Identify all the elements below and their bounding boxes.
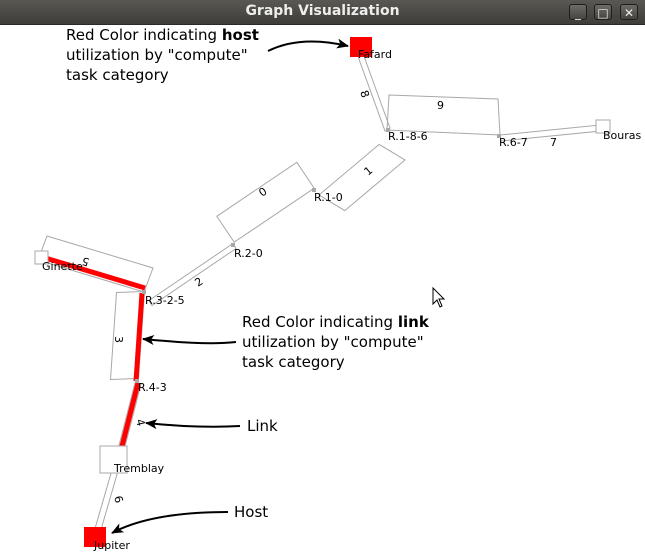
host-utilization-note: Red Color indicating host utilization by…	[66, 26, 349, 84]
link-3[interactable]: 3	[109, 290, 146, 382]
router-r1-8-6-label: R.1-8-6	[388, 130, 428, 143]
host-callout: Host	[111, 503, 268, 534]
router-r3-2-5-label: R.3-2-5	[145, 294, 185, 307]
link-6[interactable]: 6	[93, 469, 126, 534]
maximize-button[interactable]: □	[594, 4, 612, 20]
graph-hosts: Fafard Bouras Ginette Tremblay Jupiter	[34, 37, 642, 552]
host-bouras[interactable]: Bouras	[595, 119, 642, 142]
window-title: Graph Visualization	[245, 3, 400, 19]
link-9-label: 9	[437, 99, 444, 112]
router-r6-7-label: R.6-7	[499, 136, 528, 149]
link-callout-label: Link	[247, 417, 278, 435]
router-r1-8-6[interactable]: R.1-8-6	[386, 128, 428, 143]
link-3-label: 3	[112, 336, 125, 343]
host-fafard[interactable]: Fafard	[350, 37, 392, 61]
host-note-line1-prefix: Red Color indicating	[66, 26, 222, 44]
graph-visualization-window: Graph Visualization _ □ ✕ 0 1 2 3 4 5 6 …	[0, 0, 645, 559]
host-jupiter-label: Jupiter	[93, 539, 130, 552]
link-note-line2: utilization by "compute"	[242, 333, 424, 351]
router-r2-0-label: R.2-0	[234, 247, 263, 260]
host-bouras-label: Bouras	[603, 129, 642, 142]
link-note-line1: Red Color indicating link	[242, 313, 430, 331]
host-jupiter[interactable]: Jupiter	[84, 527, 130, 552]
title-bar[interactable]: Graph Visualization _ □ ✕	[0, 0, 645, 25]
host-fafard-label: Fafard	[358, 48, 392, 61]
router-r4-3-label: R.4-3	[138, 381, 167, 394]
host-tremblay-label: Tremblay	[113, 462, 165, 475]
host-callout-arrow	[111, 511, 229, 534]
link-0-label: 0	[256, 185, 269, 200]
link-note-line1-prefix: Red Color indicating	[242, 313, 398, 331]
link-note-arrow	[142, 335, 237, 346]
link-utilization-note: Red Color indicating link utilization by…	[142, 313, 430, 371]
link-note-line3: task category	[242, 353, 345, 371]
router-r3-2-5[interactable]: R.3-2-5	[142, 290, 185, 307]
link-7-label: 7	[550, 136, 557, 149]
link-6-label: 6	[111, 494, 125, 504]
mouse-pointer-icon	[432, 286, 446, 308]
host-note-line2: utilization by "compute"	[66, 46, 248, 64]
router-r1-0-label: R.1-0	[314, 191, 343, 204]
host-callout-label: Host	[234, 503, 268, 521]
link-callout: Link	[145, 417, 278, 435]
graph-svg: 0 1 2 3 4 5 6 7 8 9 Fafard Bouras Ginett…	[34, 26, 642, 552]
host-note-line3: task category	[66, 66, 169, 84]
minimize-button[interactable]: _	[569, 4, 587, 20]
graph-canvas[interactable]: 0 1 2 3 4 5 6 7 8 9 Fafard Bouras Ginett…	[0, 25, 645, 559]
host-note-arrow	[267, 38, 349, 52]
link-8-label: 8	[357, 89, 372, 100]
link-0-shape	[216, 161, 315, 243]
link-3-utilization	[133, 292, 145, 382]
link-0[interactable]: 0	[216, 161, 315, 243]
router-r6-7[interactable]: R.6-7	[497, 134, 528, 149]
router-r2-0[interactable]: R.2-0	[231, 243, 263, 260]
host-note-line1-bold: host	[222, 26, 259, 44]
host-ginette-label: Ginette	[42, 260, 83, 273]
link-2-label: 2	[192, 275, 205, 290]
router-r4-3[interactable]: R.4-3	[135, 379, 167, 394]
host-note-line1: Red Color indicating host	[66, 26, 259, 44]
router-r1-0[interactable]: R.1-0	[312, 188, 343, 204]
link-4-label: 4	[133, 418, 147, 428]
link-note-line1-bold: link	[398, 313, 430, 331]
host-tremblay[interactable]: Tremblay	[99, 445, 165, 475]
close-button[interactable]: ✕	[620, 4, 638, 20]
host-ginette[interactable]: Ginette	[34, 250, 83, 273]
link-1-label: 1	[362, 164, 376, 178]
link-9[interactable]: 9	[386, 94, 501, 136]
link-callout-arrow	[145, 419, 241, 430]
